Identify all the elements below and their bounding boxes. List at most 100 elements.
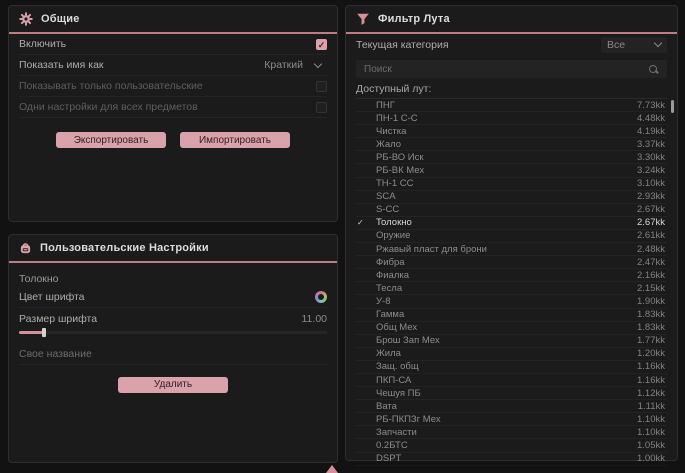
loot-list-item[interactable]: РБ-ВК Мех 3.24kk xyxy=(356,164,667,177)
loot-item-value: 2.67kk xyxy=(637,204,667,215)
available-loot-label: Доступный лут: xyxy=(356,83,667,95)
loot-list-item[interactable]: ТН-1 СС 3.10kk xyxy=(356,178,667,191)
loot-list-item[interactable]: ПКП-СА 1.16kk xyxy=(356,374,667,387)
loot-item-value: 1.10kk xyxy=(637,414,667,425)
loot-item-value: 2.16kk xyxy=(637,270,667,281)
user-settings-header: Пользовательские Настройки xyxy=(9,235,337,261)
display-name-dropdown[interactable]: Краткий xyxy=(258,57,327,73)
loot-filter-panel: Фильтр Лута Текущая категория Все Доступ… xyxy=(345,5,678,461)
color-wheel-icon[interactable] xyxy=(315,291,327,303)
loot-list-item[interactable]: Жало 3.37kk xyxy=(356,138,667,151)
loot-list-item[interactable]: ✓ Толокно 2.67kk xyxy=(356,217,667,230)
loot-item-value: 1.83kk xyxy=(637,322,667,333)
chevron-down-icon xyxy=(654,39,662,47)
loot-list-item[interactable]: 0.2БТС 1.05kk xyxy=(356,439,667,452)
loot-list-item[interactable]: Ржавый пласт для брони 2.48kk xyxy=(356,243,667,256)
loot-item-name: Защ. общ xyxy=(369,361,637,372)
search-icon[interactable] xyxy=(648,64,659,75)
loot-item-name: Вата xyxy=(369,401,638,412)
loot-item-value: 1.16kk xyxy=(637,361,667,372)
loot-list-item[interactable]: Жила 1.20kk xyxy=(356,348,667,361)
loot-list-item[interactable]: РБ-ПКПЗг Мех 1.10kk xyxy=(356,413,667,426)
display-name-value: Краткий xyxy=(264,59,303,71)
loot-item-value: 4.19kk xyxy=(637,126,667,137)
loot-item-name: Оружие xyxy=(369,230,637,241)
loot-item-name: Запчасти xyxy=(369,427,637,438)
enable-checkbox[interactable]: ✓ xyxy=(316,39,327,50)
loot-item-value: 1.10kk xyxy=(637,427,667,438)
loot-list-item[interactable]: Запчасти 1.10kk xyxy=(356,426,667,439)
font-size-slider[interactable] xyxy=(19,331,327,334)
same-settings-label: Одни настройки для всех предметов xyxy=(19,101,198,113)
loot-item-name: Чешуя ПБ xyxy=(369,388,637,399)
loot-list-item[interactable]: ПНГ 7.73kk xyxy=(356,99,667,112)
loot-item-value: 2.67kk xyxy=(637,217,667,228)
category-dropdown[interactable]: Все xyxy=(601,37,667,53)
loot-list-item[interactable]: Чешуя ПБ 1.12kk xyxy=(356,387,667,400)
user-settings-panel: Пользовательские Настройки Толокно Цвет … xyxy=(8,234,338,463)
loot-item-value: 1.05kk xyxy=(637,440,667,451)
loot-item-value: 2.48kk xyxy=(637,244,667,255)
loot-item-name: S-СС xyxy=(369,204,637,215)
loot-list-item[interactable]: SCA 2.93kk xyxy=(356,191,667,204)
loot-item-value: 3.24kk xyxy=(637,165,667,176)
loot-list-item[interactable]: Гамма 1.83kk xyxy=(356,309,667,322)
chevron-down-icon xyxy=(314,59,322,67)
loot-item-name: Чистка xyxy=(369,126,637,137)
loot-item-name: Брош Зап Мех xyxy=(369,335,637,346)
loot-list-item[interactable]: Оружие 2.61kk xyxy=(356,230,667,243)
category-label: Текущая категория xyxy=(356,39,449,51)
backpack-icon xyxy=(19,241,32,255)
general-panel-title: Общие xyxy=(41,13,80,25)
font-size-value: 11.00 xyxy=(302,313,328,325)
bottom-handle-icon[interactable] xyxy=(326,465,338,473)
font-color-label: Цвет шрифта xyxy=(19,291,85,303)
enable-row: Включить ✓ xyxy=(19,34,327,55)
loot-list-item[interactable]: Фибра 2.47kk xyxy=(356,256,667,269)
loot-item-value: 3.37kk xyxy=(637,139,667,150)
loot-item-name: РБ-ВК Мех xyxy=(369,165,637,176)
loot-item-name: Фиалка xyxy=(369,270,637,281)
search-input[interactable] xyxy=(364,64,648,75)
import-button[interactable]: Импортировать xyxy=(180,132,290,148)
loot-item-name: Толокно xyxy=(369,217,637,228)
loot-item-value: 3.30kk xyxy=(637,152,667,163)
scrollbar-thumb[interactable] xyxy=(671,100,674,113)
loot-item-name: ТН-1 СС xyxy=(369,178,637,189)
loot-list-item[interactable]: РБ-ВО Иск 3.30kk xyxy=(356,151,667,164)
loot-item-name: Жало xyxy=(369,139,637,150)
loot-list-item[interactable]: Общ Мех 1.83kk xyxy=(356,322,667,335)
loot-list-item[interactable]: У-8 1.90kk xyxy=(356,295,667,308)
delete-button[interactable]: Удалить xyxy=(118,377,228,393)
loot-item-name: ПНГ xyxy=(369,100,637,111)
general-panel: Общие Включить ✓ Показать имя как Кратки… xyxy=(8,5,338,222)
export-button[interactable]: Экспортировать xyxy=(56,132,166,148)
loot-item-name: Гамма xyxy=(369,309,637,320)
loot-item-name: Ржавый пласт для брони xyxy=(369,244,637,255)
loot-item-name: Жила xyxy=(369,348,637,359)
loot-item-name: Фибра xyxy=(369,257,637,268)
loot-list-item[interactable]: Брош Зап Мех 1.77kk xyxy=(356,335,667,348)
loot-item-value: 1.77kk xyxy=(637,335,667,346)
loot-item-name: ПКП-СА xyxy=(369,375,637,386)
custom-name-input[interactable] xyxy=(19,345,327,365)
loot-list-item[interactable]: Защ. общ 1.16kk xyxy=(356,361,667,374)
loot-item-name: SCA xyxy=(369,191,637,202)
font-color-row: Цвет шрифта xyxy=(19,287,327,308)
loot-item-value: 2.93kk xyxy=(637,191,667,202)
loot-list-item[interactable]: Фиалка 2.16kk xyxy=(356,269,667,282)
loot-list-item[interactable]: DSPT 1.00kk xyxy=(356,453,667,466)
loot-item-value: 1.00kk xyxy=(637,453,667,464)
loot-item-name: 0.2БТС xyxy=(369,440,637,451)
same-settings-checkbox[interactable] xyxy=(316,102,327,113)
loot-list-item[interactable]: Чистка 4.19kk xyxy=(356,125,667,138)
slider-thumb[interactable] xyxy=(42,328,46,337)
loot-item-value: 4.48kk xyxy=(637,113,667,124)
loot-list-item[interactable]: Вата 1.11kk xyxy=(356,400,667,413)
loot-item-name: РБ-ПКПЗг Мех xyxy=(369,414,637,425)
loot-list-item[interactable]: S-СС 2.67kk xyxy=(356,204,667,217)
loot-list-item[interactable]: Тесла 2.15kk xyxy=(356,282,667,295)
loot-list: ПНГ 7.73kk ПН-1 С-С 4.48kk Чистка 4.19kk xyxy=(356,98,667,466)
loot-list-item[interactable]: ПН-1 С-С 4.48kk xyxy=(356,112,667,125)
only-custom-checkbox[interactable] xyxy=(316,81,327,92)
